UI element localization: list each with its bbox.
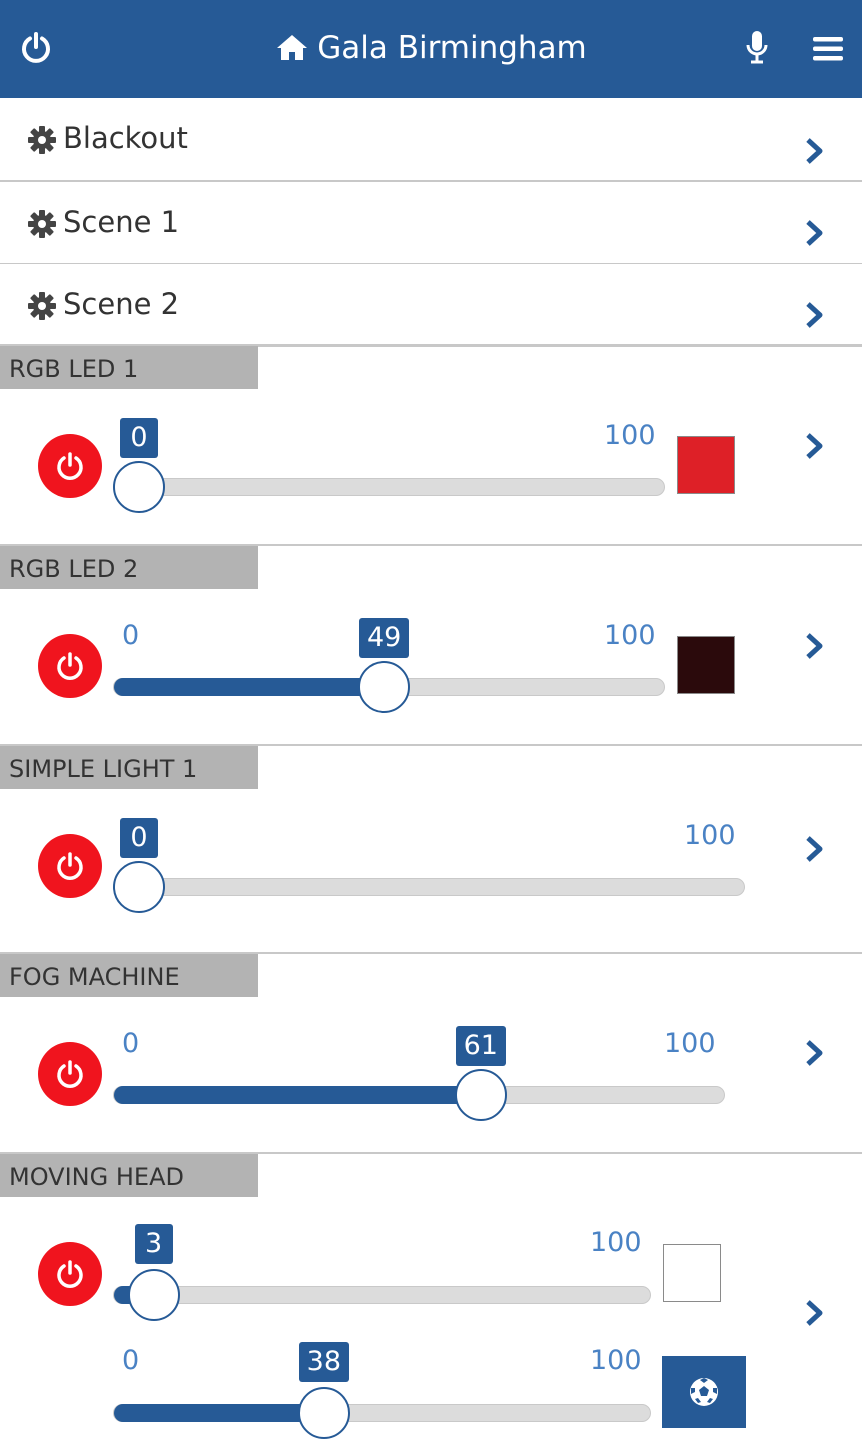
microphone-icon[interactable] xyxy=(746,30,768,68)
chevron-right-icon[interactable] xyxy=(805,1300,823,1330)
slider-max-label: 100 xyxy=(684,820,736,851)
slider-value-label: 38 xyxy=(298,1342,350,1382)
color-swatch[interactable] xyxy=(677,436,735,494)
slider-thumb[interactable] xyxy=(454,1069,507,1121)
scene-label: Scene 1 xyxy=(63,205,180,239)
chevron-right-icon[interactable] xyxy=(805,433,823,463)
device-name: RGB LED 1 xyxy=(0,346,258,389)
slider-value-label: 49 xyxy=(359,618,410,658)
device-rgb-led-1: RGB LED 1 100 0 xyxy=(0,344,862,546)
gear-icon xyxy=(28,210,56,242)
chevron-right-icon[interactable] xyxy=(805,1040,823,1070)
slider-track[interactable] xyxy=(113,478,665,496)
scene-item-blackout[interactable]: Blackout xyxy=(0,98,862,182)
power-toggle-button[interactable] xyxy=(38,634,102,698)
slider-thumb[interactable] xyxy=(127,1269,180,1321)
soccer-ball-icon xyxy=(690,1378,718,1406)
slider-value-label: 3 xyxy=(134,1224,173,1264)
power-toggle-button[interactable] xyxy=(38,834,102,898)
scene-item-scene-1[interactable]: Scene 1 xyxy=(0,182,862,265)
page-title: Gala Birmingham xyxy=(0,22,862,74)
slider-thumb[interactable] xyxy=(297,1387,350,1439)
power-toggle-button[interactable] xyxy=(38,1242,102,1306)
slider-max-label: 100 xyxy=(590,1345,642,1376)
scene-label: Scene 2 xyxy=(63,287,180,321)
slider-max-label: 100 xyxy=(664,1028,716,1059)
device-moving-head: MOVING HEAD 100 3 0 100 38 xyxy=(0,1152,862,1439)
slider-track[interactable] xyxy=(113,878,745,896)
device-name: MOVING HEAD xyxy=(0,1154,258,1197)
slider-min-label: 0 xyxy=(122,1028,140,1059)
title-text: Gala Birmingham xyxy=(317,30,587,66)
slider-value-label: 0 xyxy=(120,818,158,858)
scene-label: Blackout xyxy=(63,121,188,155)
slider-fill xyxy=(114,1086,482,1104)
slider-fill xyxy=(114,1404,325,1422)
device-rgb-led-2: RGB LED 2 0 100 49 xyxy=(0,544,862,746)
device-name: FOG MACHINE xyxy=(0,954,258,997)
power-toggle-button[interactable] xyxy=(38,434,102,498)
slider-track[interactable] xyxy=(113,1404,651,1422)
gear-icon xyxy=(28,126,56,158)
color-swatch[interactable] xyxy=(677,636,735,694)
slider-min-label: 0 xyxy=(122,1345,140,1376)
slider-track[interactable] xyxy=(113,1286,651,1304)
home-icon xyxy=(277,35,308,60)
chevron-right-icon[interactable] xyxy=(805,836,823,866)
chevron-right-icon[interactable] xyxy=(805,138,823,168)
slider-max-label: 100 xyxy=(604,620,656,651)
slider-thumb[interactable] xyxy=(113,861,165,913)
effect-button[interactable] xyxy=(662,1356,746,1428)
slider-max-label: 100 xyxy=(590,1227,642,1258)
chevron-right-icon[interactable] xyxy=(805,220,823,250)
slider-track[interactable] xyxy=(113,1086,725,1104)
device-simple-light-1: SIMPLE LIGHT 1 100 0 xyxy=(0,744,862,954)
slider-min-label: 0 xyxy=(122,620,140,651)
chevron-right-icon[interactable] xyxy=(805,633,823,663)
slider-thumb[interactable] xyxy=(113,461,165,513)
device-name: RGB LED 2 xyxy=(0,546,258,589)
gear-icon xyxy=(28,292,56,324)
device-name: SIMPLE LIGHT 1 xyxy=(0,746,258,789)
scene-item-scene-2[interactable]: Scene 2 xyxy=(0,264,862,347)
slider-max-label: 100 xyxy=(604,420,656,451)
device-fog-machine: FOG MACHINE 0 100 61 xyxy=(0,952,862,1154)
slider-thumb[interactable] xyxy=(358,661,410,713)
color-swatch[interactable] xyxy=(663,1244,721,1302)
slider-fill xyxy=(114,678,385,696)
slider-value-label: 61 xyxy=(455,1026,506,1066)
chevron-right-icon[interactable] xyxy=(805,302,823,332)
power-toggle-button[interactable] xyxy=(38,1042,102,1106)
slider-value-label: 0 xyxy=(120,418,158,458)
top-bar: Gala Birmingham xyxy=(0,0,862,98)
menu-icon[interactable] xyxy=(813,36,843,66)
